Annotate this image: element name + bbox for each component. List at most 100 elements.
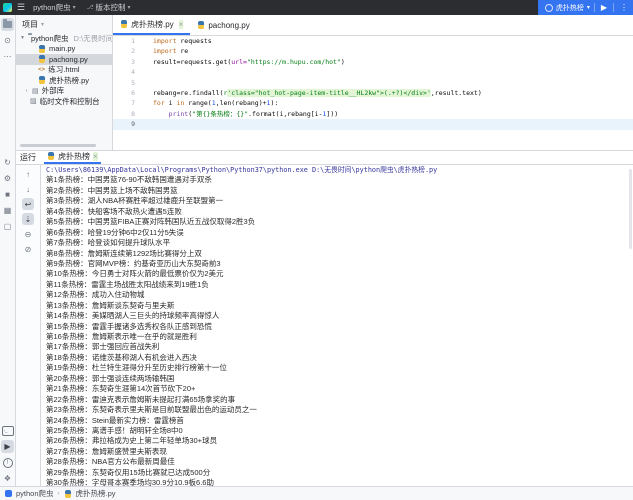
- code-line: 6rebang=re.findall(r'class="hot_hot-page…: [113, 88, 633, 98]
- scroll-down-icon[interactable]: ↓: [22, 183, 34, 195]
- run-button[interactable]: ▶: [599, 0, 609, 15]
- line-number: 7: [113, 98, 141, 108]
- terminal-tool-icon[interactable]: ›_: [1, 424, 14, 437]
- code-text: [141, 119, 153, 129]
- console-line: 第14条热榜：美媒晒湖人三巨头的持球频率高得惊人: [46, 311, 633, 321]
- project-panel: 项目 ▾ ▾ python爬虫 D:\无畏时间\p main.py pachon…: [16, 15, 112, 150]
- stop-icon[interactable]: ■: [1, 188, 14, 201]
- code-text: rebang=re.findall(r'class="hot_hot-page-…: [141, 88, 482, 98]
- project-selector[interactable]: python爬虫 ▾: [30, 2, 79, 13]
- python-file-icon: [38, 76, 46, 84]
- tree-item-label: 外部库: [42, 86, 65, 97]
- breadcrumb-project[interactable]: python爬虫: [16, 488, 54, 499]
- chevron-down-icon: ▾: [587, 4, 590, 11]
- pycharm-logo-icon: [3, 3, 12, 12]
- console-line: 第1条热榜：中国男篮76-90不敌韩国遭遇对手双杀: [46, 175, 633, 185]
- python-file-icon: [38, 45, 46, 53]
- line-number: 9: [113, 119, 141, 129]
- console-command-line: C:\Users\86139\AppData\Local\Programs\Py…: [46, 165, 633, 175]
- run-controls-column: ↻ ⚙ ■ ▦ ▢: [0, 153, 14, 233]
- services-tool-icon[interactable]: ❖: [1, 472, 14, 485]
- more-actions-icon[interactable]: ⋮: [618, 0, 630, 15]
- scratches-icon: ▨: [30, 97, 37, 105]
- scroll-to-end-icon[interactable]: ⇣: [22, 213, 34, 225]
- tree-item-label: 练习.html: [48, 65, 79, 76]
- project-tool-icon[interactable]: [1, 18, 14, 31]
- tool-window-rail: ⊙ ⋯ ↻ ⚙ ■ ▦ ▢ ›_ ▶ ! ❖: [0, 15, 16, 487]
- run-tab-label: 虎扑热榜: [58, 151, 90, 162]
- problems-icon: !: [3, 458, 13, 468]
- breadcrumb-file[interactable]: 虎扑热榜.py: [76, 488, 116, 499]
- problems-tool-icon[interactable]: !: [1, 456, 14, 469]
- run-settings-icon[interactable]: ⚙: [1, 172, 14, 185]
- code-line: 8 print("第{}条热榜：{}".format(i,rebang[i-1]…: [113, 109, 633, 119]
- clear-console-icon[interactable]: ⊘: [22, 243, 34, 255]
- tree-item-lianxi-html[interactable]: <> 练习.html: [16, 65, 112, 76]
- line-number: 2: [113, 46, 141, 56]
- run-panel-body: ↑ ↓ ↩ ⇣ ⊖ ⊘ C:\Users\86139\AppData\Local…: [16, 164, 633, 487]
- tab-hupu-py[interactable]: 虎扑热榜.py ×: [113, 15, 190, 35]
- tree-item-external-libraries[interactable]: › ▤ 外部库: [16, 86, 112, 97]
- commit-tool-icon[interactable]: ⊙: [1, 34, 14, 47]
- breadcrumb-separator: ›: [58, 491, 60, 497]
- code-line: 5: [113, 78, 633, 88]
- tree-root-path: D:\无畏时间\p: [74, 33, 112, 44]
- run-tab[interactable]: 虎扑热榜 ×: [44, 150, 101, 164]
- console-line: 第27条热榜：詹姆斯盛赞里夫斯表现: [46, 447, 633, 457]
- close-icon[interactable]: ×: [179, 20, 184, 29]
- restore-layout-icon[interactable]: ▢: [1, 220, 14, 233]
- close-icon[interactable]: ×: [93, 152, 98, 161]
- python-file-icon: [197, 21, 205, 29]
- code-text: import re: [141, 46, 188, 56]
- tree-item-pachong-py[interactable]: pachong.py: [16, 54, 112, 65]
- code-line: 9: [113, 119, 633, 129]
- tab-label: 虎扑热榜.py: [131, 19, 174, 30]
- console-line: 第20条热榜：郭士强谈连续两场输韩国: [46, 374, 633, 384]
- console-scrollbar[interactable]: [629, 169, 632, 249]
- tab-label: pachong.py: [208, 21, 249, 30]
- code-area[interactable]: 1import requests2import re3result=reques…: [113, 36, 633, 150]
- terminal-icon: ›_: [2, 426, 14, 436]
- scroll-up-icon[interactable]: ↑: [22, 168, 34, 180]
- library-icon: ▤: [32, 87, 39, 95]
- more-tool-windows-icon[interactable]: ⋯: [1, 50, 14, 63]
- print-icon[interactable]: ⊖: [22, 228, 34, 240]
- chevron-down-icon: ▾: [41, 21, 44, 28]
- vcs-selector-label: 版本控制: [96, 2, 126, 13]
- line-number: 8: [113, 109, 141, 119]
- tree-item-main-py[interactable]: main.py: [16, 44, 112, 55]
- tree-root-label: python爬虫: [31, 33, 69, 44]
- console-line: 第9条热榜：官网MVP榜：约基奇亚历山大东契奇前3: [46, 259, 633, 269]
- console-line: 第29条热榜：东契奇仅用15场比赛就已达成500分: [46, 468, 633, 478]
- project-horizontal-scrollbar[interactable]: [20, 144, 96, 147]
- run-panel-header: 运行 虎扑热榜 ×: [16, 151, 633, 163]
- tree-item-scratches[interactable]: ▨ 临时文件和控制台: [16, 96, 112, 107]
- code-text: [141, 67, 153, 77]
- vcs-selector[interactable]: ⎇ 版本控制 ▾: [84, 2, 134, 13]
- line-number: 4: [113, 67, 141, 77]
- tree-root-python-crawler[interactable]: ▾ python爬虫 D:\无畏时间\p: [16, 33, 112, 44]
- chevron-down-icon: ▾: [128, 4, 131, 11]
- run-config-selector[interactable]: 虎扑热榜 ▾: [545, 3, 590, 13]
- python-file-icon: [64, 490, 72, 498]
- console-line: 第16条热榜：詹姆斯表示唯一在乎的就是胜利: [46, 332, 633, 342]
- console-line: 第26条热榜：弗拉格成为史上第二年轻单场30+球员: [46, 436, 633, 446]
- divider: [594, 3, 595, 12]
- layout-icon[interactable]: ▦: [1, 204, 14, 217]
- project-panel-header[interactable]: 项目 ▾: [16, 15, 112, 33]
- run-tool-icon[interactable]: ▶: [1, 440, 14, 453]
- folder-icon: [3, 21, 12, 28]
- main-menu-icon[interactable]: ☰: [17, 0, 25, 15]
- tab-pachong-py[interactable]: pachong.py: [190, 15, 256, 35]
- project-panel-title: 项目: [22, 19, 38, 30]
- rerun-icon[interactable]: ↻: [1, 156, 14, 169]
- run-console[interactable]: C:\Users\86139\AppData\Local\Programs\Py…: [41, 165, 633, 487]
- code-text: print("第{}条热榜：{}".format(i,rebang[i-1])): [141, 109, 338, 119]
- code-text: for i in range(1,len(rebang)+1):: [141, 98, 278, 108]
- run-panel-title: 运行: [20, 152, 36, 163]
- soft-wrap-icon[interactable]: ↩: [22, 198, 34, 210]
- console-line: 第4条热榜：快船客场不敌热火遭遇5连败: [46, 207, 633, 217]
- editor-tab-bar: 虎扑热榜.py × pachong.py: [113, 15, 633, 36]
- tree-item-hupu-py[interactable]: 虎扑热榜.py: [16, 75, 112, 86]
- run-config-label: 虎扑热榜: [556, 3, 584, 13]
